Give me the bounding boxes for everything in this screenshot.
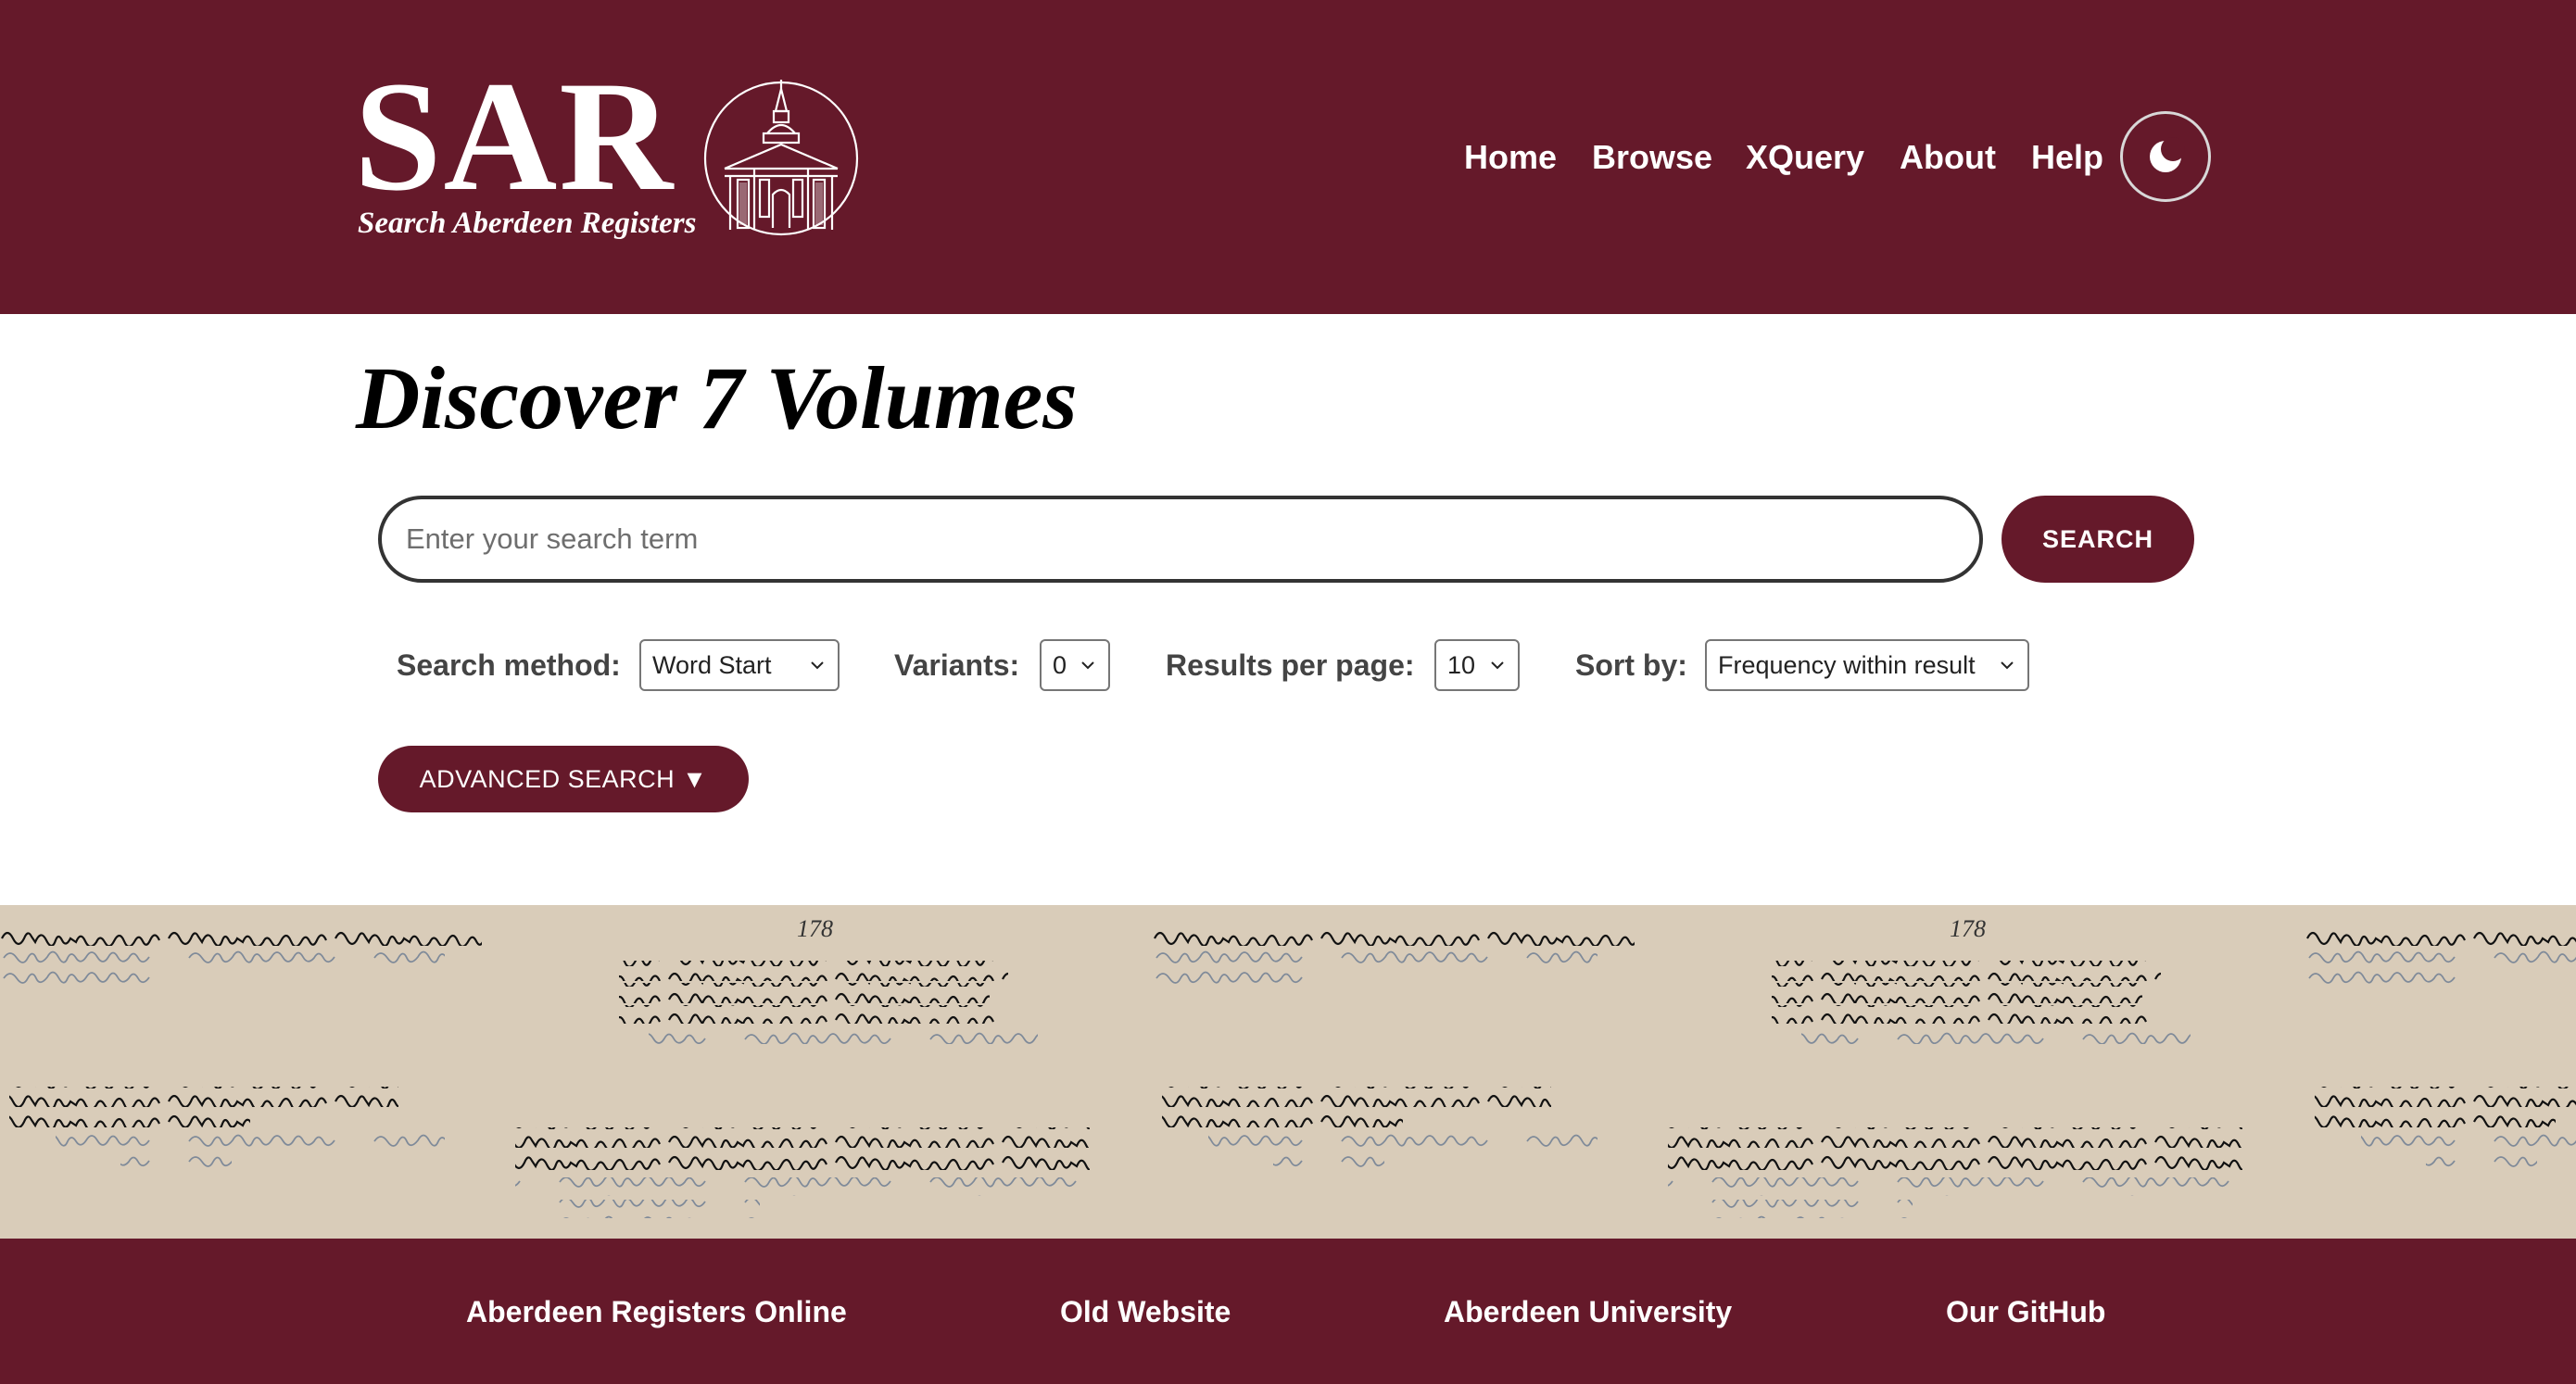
folio-number: 178 [797,915,833,942]
site-logo-subtitle: Search Aberdeen Registers [358,207,697,240]
moon-icon [2150,137,2185,172]
search-method-select[interactable]: Word Start [639,639,840,691]
variants-label: Variants: [894,648,1020,682]
tower-emblem-icon [703,80,859,236]
nav-about[interactable]: About [1900,132,1996,183]
footer-link-old-website[interactable]: Old Website [1060,1291,1231,1332]
search-method-value: Word Start [652,651,772,679]
results-per-page-label: Results per page: [1166,648,1415,682]
chevron-down-icon [1491,661,1504,670]
page-title: Discover 7 Volumes [356,348,1078,447]
search-method-label: Search method: [397,648,621,682]
nav-browse[interactable]: Browse [1592,132,1712,183]
results-per-page-value: 10 [1447,651,1476,679]
chevron-down-icon [1081,661,1094,670]
nav-xquery[interactable]: XQuery [1746,132,1864,183]
footer-link-aberdeen-university[interactable]: Aberdeen University [1444,1291,1732,1332]
sort-by-value: Frequency within result [1718,651,1976,679]
site-footer [0,1239,2576,1384]
chevron-down-icon [811,661,824,670]
results-per-page-select[interactable]: 10 [1434,639,1520,691]
chevron-down-icon [2001,661,2014,670]
manuscript-banner: 178 [0,905,2576,1239]
search-button[interactable]: SEARCH [2001,496,2194,583]
nav-home[interactable]: Home [1464,132,1557,183]
variants-value: 0 [1053,651,1067,679]
sort-by-label: Sort by: [1575,648,1687,682]
handwriting-image: 178 [0,915,2576,1218]
site-logo[interactable]: SAR [354,57,675,215]
footer-link-github[interactable]: Our GitHub [1946,1291,2105,1332]
variants-select[interactable]: 0 [1040,639,1110,691]
footer-link-aberdeen-registers-online[interactable]: Aberdeen Registers Online [466,1291,847,1332]
sort-by-select[interactable]: Frequency within result [1705,639,2029,691]
theme-toggle-button[interactable] [2120,111,2211,202]
nav-help[interactable]: Help [2031,132,2103,183]
search-input[interactable] [378,496,1983,583]
advanced-search-button[interactable]: ADVANCED SEARCH ▼ [378,746,749,812]
